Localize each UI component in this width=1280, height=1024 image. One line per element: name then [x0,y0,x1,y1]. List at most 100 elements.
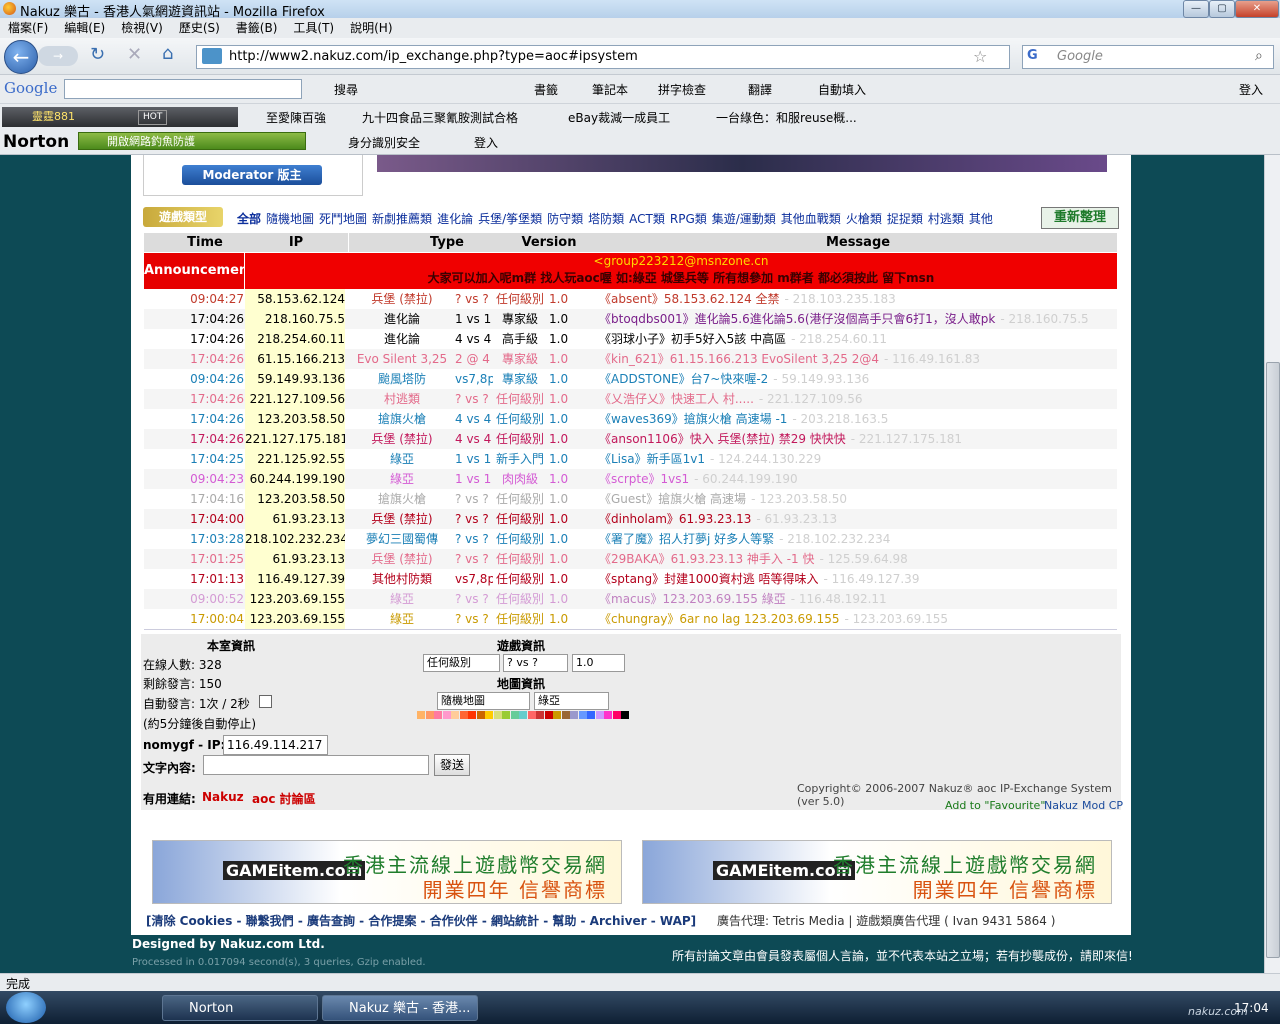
palette-swatch[interactable] [510,711,519,719]
palette-swatch[interactable] [502,711,510,719]
text-content-input[interactable] [203,755,429,775]
bookmark-4[interactable]: 一台綠色：和服reuse概... [716,109,857,126]
google-autofill-button[interactable]: 自動填入 [818,81,866,98]
taskbar-firefox-button[interactable]: Nakuz 樂古 - 香港... [322,995,478,1021]
row-message[interactable]: 《29BAKA》61.93.23.13 神手入 -1 快 - 125.59.64.… [599,549,1117,569]
google-search-input[interactable] [64,79,302,99]
start-button[interactable] [6,992,46,1023]
palette-swatch[interactable] [434,711,442,719]
category-link[interactable]: 防守類 [547,212,583,226]
bookmark-2[interactable]: 九十四食品三聚氰胺測試合格 [362,109,518,126]
nakuz-link[interactable]: Nakuz [202,790,244,804]
row-message[interactable]: 《scrpte》1vs1 - 60.244.199.190 [599,469,1117,489]
row-message[interactable]: 《kin_621》61.15.166.213 EvoSilent 3,25 2@… [599,349,1117,369]
palette-swatch[interactable] [476,711,485,719]
menu-history[interactable]: 歷史(S) [171,18,228,38]
search-box[interactable]: G Google ⌕ [1022,45,1274,69]
norton-login-button[interactable]: 登入 [474,134,498,151]
level-select[interactable]: 任何級別 [423,654,500,672]
forward-button[interactable]: → [38,46,78,66]
row-message[interactable]: 《macus》123.203.69.155 綠亞 - 116.48.192.11 [599,589,1117,609]
home-icon[interactable]: ⌂ [162,43,173,64]
row-message[interactable]: 《anson1106》快入 兵堡(禁拉) 禁29 快快快 - 221.127.17… [599,429,1117,449]
map-select[interactable]: 隨機地圖 [437,692,530,710]
menu-file[interactable]: 檔案(F) [0,18,56,38]
palette-swatch[interactable] [468,711,476,719]
aoc-forum-link[interactable]: aoc 討論區 [252,790,316,807]
palette-swatch[interactable] [621,711,629,719]
bookmark-1[interactable]: 至愛陳百強 [266,109,326,126]
ad-banner-1[interactable]: GAMEitem.com 香港主流線上遊戲幣交易網 開業四年 信譽商標 [152,840,622,904]
row-message[interactable]: 《署了魔》招人打夢j 好多人等緊 - 218.102.232.234 [599,529,1117,549]
google-spellcheck-button[interactable]: 拼字檢查 [658,81,706,98]
type-select[interactable]: 綠亞 [534,692,609,710]
google-search-engine-icon[interactable]: G [1027,48,1038,63]
back-button[interactable]: ← [4,40,38,74]
row-message[interactable]: 《chungray》6ar no lag 123.203.69.155 - 123… [599,609,1117,629]
version-select[interactable]: 1.0 [572,654,625,672]
category-link[interactable]: 其他 [969,212,993,226]
row-message[interactable]: 《Guest》搶旗火槍 高速場 - 123.203.58.50 [599,489,1117,509]
reload-icon[interactable]: ↻ [90,44,105,65]
palette-swatch[interactable] [442,711,451,719]
palette-swatch[interactable] [561,711,570,719]
send-button[interactable]: 發送 [434,754,470,776]
palette-swatch[interactable] [578,711,587,719]
row-message[interactable]: 《乂浩仔乂》快速工人 村..... - 221.127.109.56 [599,389,1117,409]
row-message[interactable]: 《absent》58.153.62.124 全禁 - 218.103.235.18… [599,289,1117,309]
minimize-button[interactable]: — [1183,0,1209,18]
announcement-line-1[interactable]: <group223212@msnzone.cn [245,253,1117,270]
category-link[interactable]: 死鬥地圖 [319,212,367,226]
menu-tools[interactable]: 工具(T) [285,18,342,38]
norton-identity-button[interactable]: 身分識別安全 [348,134,420,151]
scrollbar-thumb[interactable] [1266,362,1280,958]
palette-swatch[interactable] [493,711,502,719]
palette-swatch[interactable] [527,711,536,719]
palette-swatch[interactable] [587,711,595,719]
google-notebook-button[interactable]: 筆記本 [592,81,628,98]
footer-links[interactable]: [清除 Cookies - 聯繫我們 - 廣告查詢 - 合作提案 - 合作伙伴 … [146,912,696,929]
category-link[interactable]: 塔防類 [588,212,624,226]
palette-swatch[interactable] [417,711,425,719]
radio-widget[interactable]: 靈霆881 HOT [2,107,238,127]
menu-view[interactable]: 檢視(V) [113,18,171,38]
category-link[interactable]: 集遊/運動類 [712,212,776,226]
taskbar-norton-button[interactable]: Norton [162,995,318,1021]
category-link[interactable]: 火槍類 [846,212,882,226]
palette-swatch[interactable] [451,711,459,719]
category-link[interactable]: RPG類 [670,212,707,226]
menu-edit[interactable]: 編輯(E) [56,18,113,38]
google-translate-button[interactable]: 翻譯 [748,81,772,98]
mode-select[interactable]: ? vs ? [503,654,568,672]
category-link[interactable]: 兵堡/筝堡類 [478,212,542,226]
palette-swatch[interactable] [425,711,434,719]
refresh-button[interactable]: 重新整理 [1041,207,1119,229]
category-link[interactable]: 隨機地圖 [266,212,314,226]
row-message[interactable]: 《btoqdbs001》進化論5.6進化論5.6(港仔沒個高手只會6打1，沒人敢… [599,309,1117,329]
auto-post-checkbox[interactable] [259,695,272,708]
norton-phishing-dropdown[interactable]: 開啟網路釣魚防護 [78,132,306,150]
row-message[interactable]: 《ADDSTONE》台7~快來喔-2 - 59.149.93.136 [599,369,1117,389]
category-link[interactable]: 全部 [237,212,261,226]
close-button[interactable]: ✕ [1235,0,1279,18]
category-link[interactable]: ACT類 [629,212,665,226]
row-message[interactable]: 《羽球小子》初手5好入5該 中高區 - 218.254.60.11 [599,329,1117,349]
url-bar[interactable]: http://www2.nakuz.com/ip_exchange.php?ty… [196,45,1010,69]
google-search-button[interactable]: 搜尋 [334,81,358,98]
category-link[interactable]: 捉捉類 [887,212,923,226]
palette-swatch[interactable] [519,711,527,719]
palette-swatch[interactable] [553,711,561,719]
bookmark-3[interactable]: eBay裁減一成員工 [568,109,670,126]
category-link[interactable]: 新劇推薦類 [372,212,432,226]
add-favourite-link[interactable]: Add to "Favourite" [945,799,1045,812]
palette-swatch[interactable] [570,711,578,719]
ip-input[interactable]: 116.49.114.217 [223,735,328,755]
ad-banner-2[interactable]: GAMEitem.com 香港主流線上遊戲幣交易網 開業四年 信譽商標 [642,840,1112,904]
stop-icon[interactable]: ✕ [127,44,142,65]
row-message[interactable]: 《Lisa》新手區1v1 - 124.244.130.229 [599,449,1117,469]
palette-swatch[interactable] [612,711,621,719]
palette-swatch[interactable] [459,711,468,719]
row-message[interactable]: 《dinholam》61.93.23.13 - 61.93.23.13 [599,509,1117,529]
palette-swatch[interactable] [544,711,553,719]
menu-bookmarks[interactable]: 書籤(B) [228,18,286,38]
